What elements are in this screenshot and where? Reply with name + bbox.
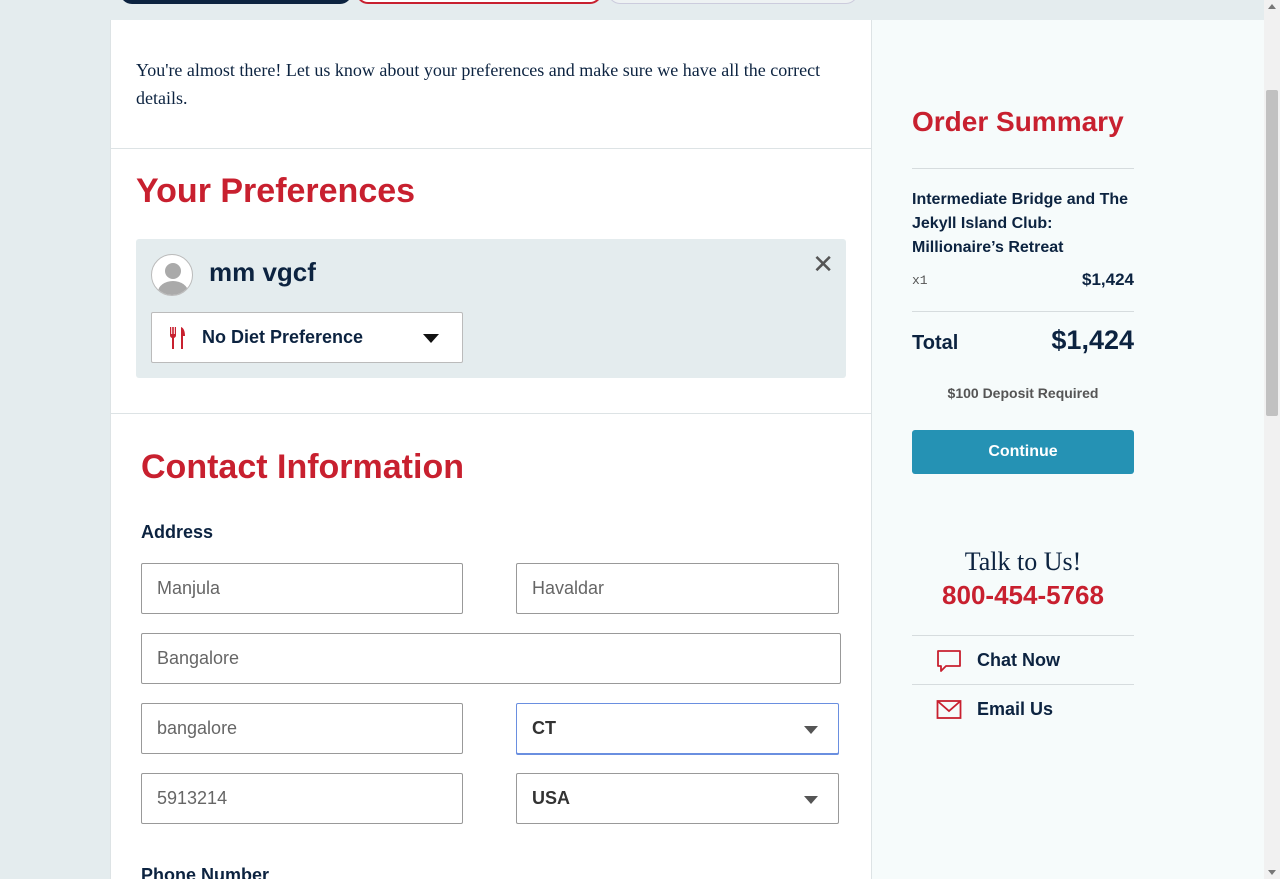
divider: [912, 311, 1134, 312]
chat-bubble-icon: [937, 650, 961, 672]
scroll-up-icon[interactable]: [1268, 4, 1276, 9]
first-name-value: Manjula: [157, 578, 221, 598]
chevron-down-icon: [804, 726, 818, 734]
envelope-icon: [936, 700, 962, 719]
street-field[interactable]: Bangalore: [141, 633, 841, 684]
country-value: USA: [532, 788, 571, 808]
chevron-down-icon: [423, 334, 439, 343]
talk-heading: Talk to Us!: [964, 547, 1082, 576]
step-tab-upcoming[interactable]: [608, 0, 858, 4]
last-name-field[interactable]: Havaldar: [516, 563, 839, 614]
preferences-title: Your Preferences: [136, 172, 416, 210]
city-value: bangalore: [157, 718, 238, 738]
scroll-down-icon[interactable]: [1268, 870, 1276, 875]
step-tab-completed[interactable]: [120, 0, 352, 4]
total-label: Total: [912, 332, 959, 354]
step-tab-current[interactable]: [356, 0, 602, 4]
chevron-down-icon: [804, 796, 818, 804]
order-summary-title: Order Summary: [912, 106, 1124, 137]
state-value: CT: [532, 718, 556, 738]
city-field[interactable]: bangalore: [141, 703, 463, 754]
close-icon[interactable]: ✕: [812, 249, 834, 280]
page-scrollbar[interactable]: [1264, 0, 1280, 879]
country-select[interactable]: USA: [516, 773, 839, 824]
intro-text: You're almost there! Let us know about y…: [136, 60, 821, 108]
first-name-field[interactable]: Manjula: [141, 563, 463, 614]
divider: [111, 148, 871, 149]
traveler-name: mm vgcf: [209, 257, 316, 287]
checkout-main: You're almost there! Let us know about y…: [110, 20, 872, 879]
zip-value: 5913214: [157, 788, 228, 808]
divider: [912, 168, 1134, 169]
chat-now-label: Chat Now: [977, 650, 1060, 670]
diet-selected-value: No Diet Preference: [202, 327, 364, 347]
progress-tabs: [0, 0, 1264, 20]
diet-preference-select[interactable]: No Diet Preference: [151, 312, 463, 363]
chat-now-link[interactable]: Chat Now: [912, 636, 1134, 684]
product-name: Intermediate Bridge and The Jekyll Islan…: [912, 191, 1129, 256]
scroll-thumb[interactable]: [1266, 90, 1278, 416]
phone-link[interactable]: 800-454-5768: [912, 580, 1134, 611]
address-label: Address: [141, 522, 214, 542]
avatar: [151, 254, 193, 296]
utensils-icon: [169, 327, 185, 349]
product-price: $1,424: [1082, 270, 1134, 289]
traveler-preference-card: mm vgcf ✕ No Diet Preference: [136, 239, 846, 378]
last-name-value: Havaldar: [532, 578, 605, 598]
email-us-label: Email Us: [977, 699, 1054, 719]
product-quantity: x1: [912, 273, 928, 288]
phone-number-label: Phone Number: [141, 865, 270, 879]
deposit-note: $100 Deposit Required: [947, 385, 1099, 401]
street-value: Bangalore: [157, 648, 240, 668]
contact-title: Contact Information: [141, 448, 464, 486]
zip-field[interactable]: 5913214: [141, 773, 463, 824]
divider: [111, 413, 871, 414]
continue-button[interactable]: Continue: [912, 430, 1134, 474]
email-us-link[interactable]: Email Us: [912, 685, 1134, 733]
total-value: $1,424: [1051, 325, 1134, 355]
state-select[interactable]: CT: [516, 703, 839, 754]
order-sidebar: Order Summary Intermediate Bridge and Th…: [872, 20, 1264, 879]
